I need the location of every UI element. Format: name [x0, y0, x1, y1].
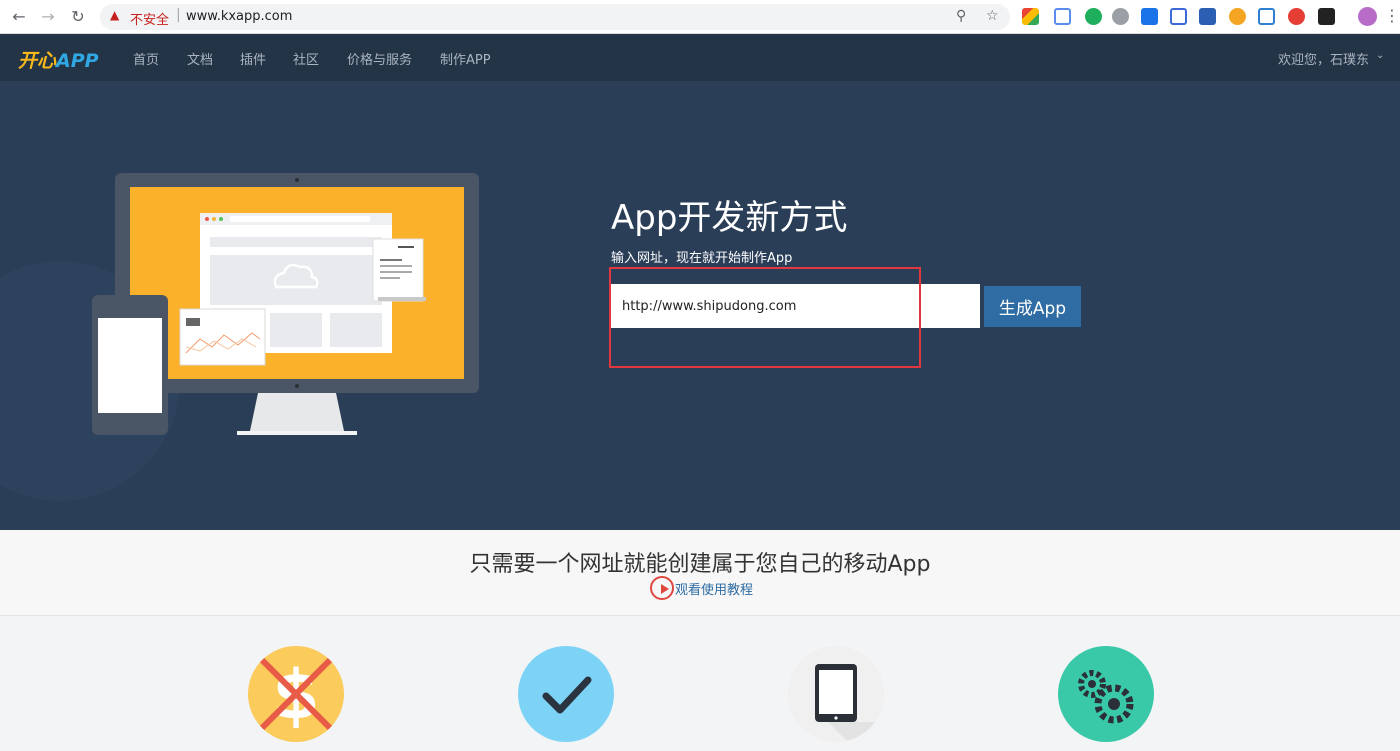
nav-make-app[interactable]: 制作APP — [440, 49, 491, 68]
extension-icon[interactable] — [1054, 8, 1071, 25]
extension-icon[interactable] — [1229, 8, 1246, 25]
profile-avatar[interactable] — [1358, 7, 1377, 26]
nav-pricing[interactable]: 价格与服务 — [347, 49, 412, 68]
extension-icon[interactable] — [1318, 8, 1335, 25]
nav-community[interactable]: 社区 — [293, 49, 319, 68]
extension-icon[interactable] — [1288, 8, 1305, 25]
nav-plugins[interactable]: 插件 — [240, 49, 266, 68]
url-text[interactable]: www.kxapp.com — [186, 9, 292, 24]
tutorial-label[interactable]: 观看使用教程 — [675, 579, 753, 598]
back-icon[interactable]: ← — [9, 7, 29, 27]
hero-subtitle: 输入网址，现在就开始制作App — [611, 251, 793, 266]
checkmark-icon — [518, 646, 614, 742]
extension-icon[interactable] — [1170, 8, 1187, 25]
play-icon[interactable] — [650, 576, 674, 600]
extension-icon[interactable] — [1141, 8, 1158, 25]
extension-icon[interactable] — [1085, 8, 1102, 25]
no-cost-icon: $ — [248, 646, 344, 742]
star-icon[interactable]: ☆ — [986, 8, 999, 24]
gears-icon — [1058, 646, 1154, 742]
tagline-title: 只需要一个网址就能创建属于您自己的移动App — [469, 552, 931, 577]
hero-title: App开发新方式 — [611, 198, 848, 238]
security-status[interactable]: 不安全 — [130, 9, 169, 28]
highlight-annotation — [609, 267, 921, 368]
extension-icon[interactable] — [1258, 8, 1275, 25]
key-icon[interactable]: ⚲ — [956, 8, 966, 24]
warning-icon[interactable]: ▲ — [110, 8, 119, 22]
extension-icon[interactable] — [1199, 8, 1216, 25]
menu-icon[interactable]: ⋮ — [1384, 6, 1400, 25]
forward-icon[interactable]: → — [38, 7, 58, 27]
nav-docs[interactable]: 文档 — [187, 49, 213, 68]
reload-icon[interactable]: ↻ — [68, 7, 88, 27]
nav-home[interactable]: 首页 — [133, 49, 159, 68]
address-separator: | — [176, 7, 181, 23]
extension-icon[interactable] — [1112, 8, 1129, 25]
user-welcome[interactable]: 欢迎您，石璞东 — [1278, 49, 1369, 68]
chevron-down-icon[interactable]: ⌄ — [1376, 50, 1384, 61]
address-bar[interactable]: ▲ 不安全 | www.kxapp.com ⚲ ☆ — [100, 4, 1010, 30]
site-logo[interactable]: 开心APP — [18, 46, 99, 73]
browser-toolbar: ← → ↻ ▲ 不安全 | www.kxapp.com ⚲ ☆ ⋮ — [0, 0, 1400, 34]
extension-icon[interactable] — [1022, 8, 1039, 25]
tablet-icon — [788, 646, 884, 742]
generate-app-button[interactable]: 生成App — [984, 286, 1081, 327]
hero-section: App开发新方式 输入网址，现在就开始制作App 生成App — [0, 81, 1400, 530]
